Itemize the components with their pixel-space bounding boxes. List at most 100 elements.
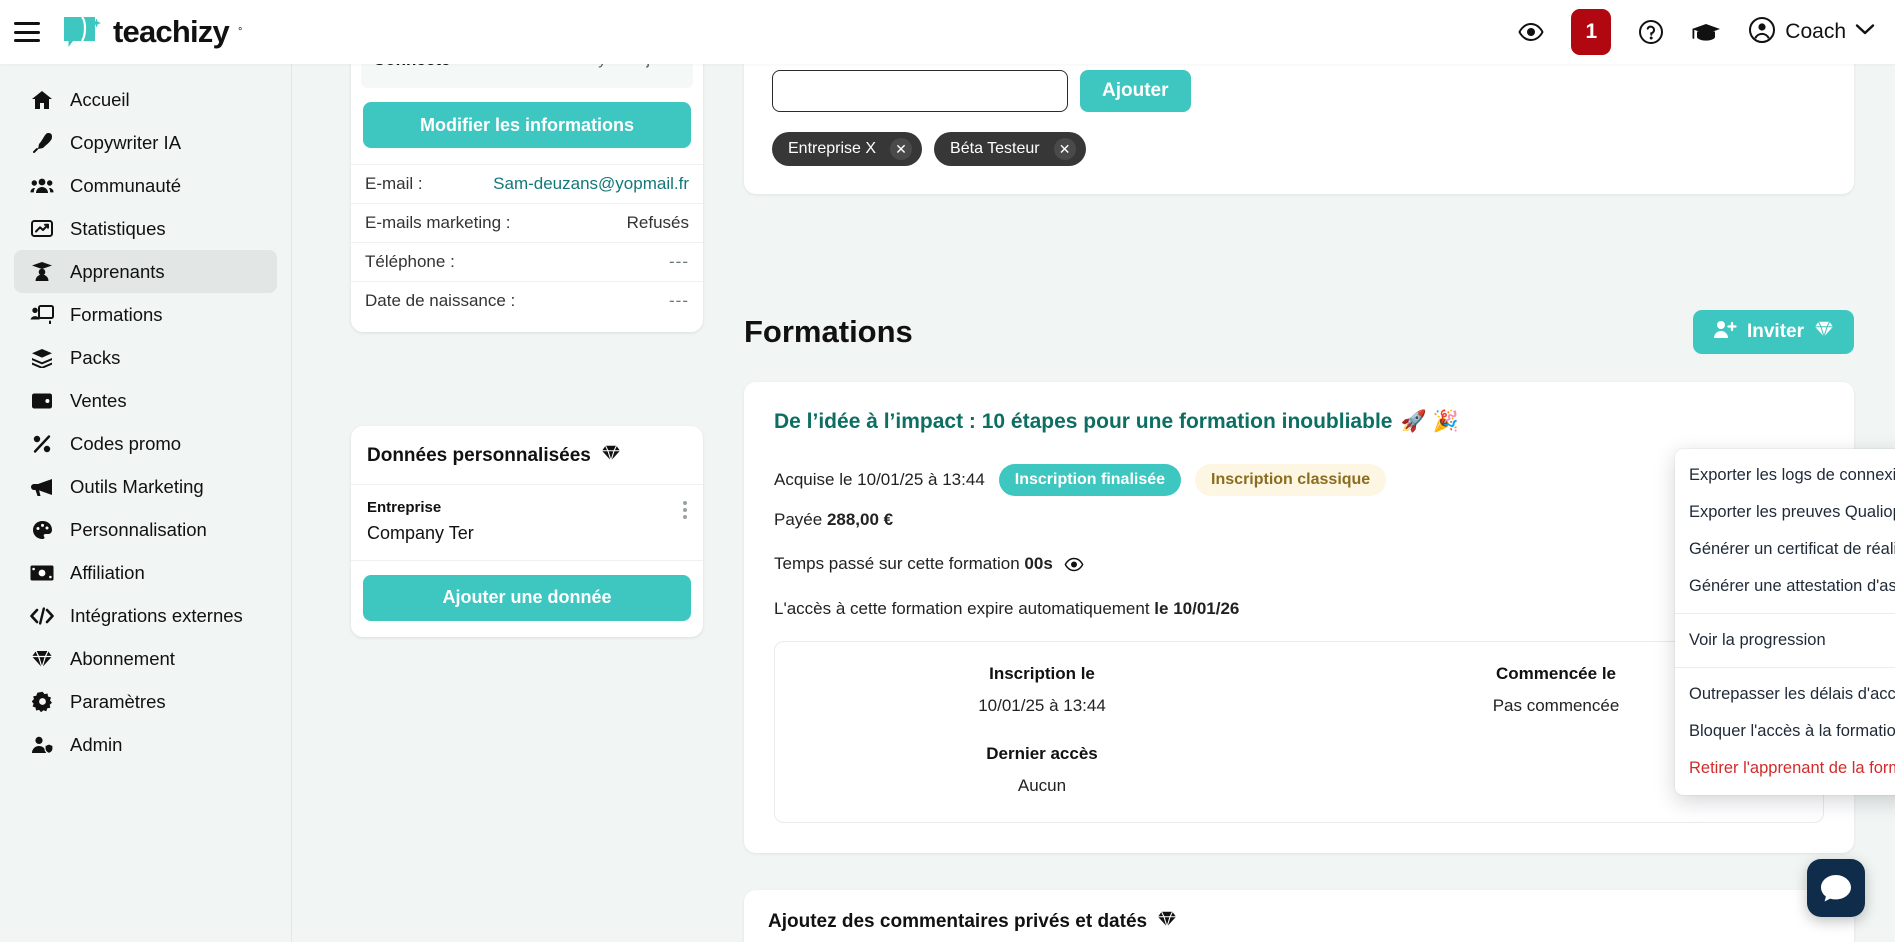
formation-dates-table: Inscription le 10/01/25 à 13:44 Commencé… bbox=[774, 641, 1824, 823]
user-menu[interactable]: Coach bbox=[1748, 16, 1875, 49]
tag-label: Béta Testeur bbox=[950, 140, 1040, 157]
menu-item-generate-certificate[interactable]: Générer un certificat de réalisation bbox=[1675, 531, 1895, 568]
menu-item-override-deadlines[interactable]: Outrepasser les délais d'accès bbox=[1675, 676, 1895, 713]
menu-item-block-access[interactable]: Bloquer l'accès à la formation bbox=[1675, 713, 1895, 750]
pen-icon bbox=[30, 132, 54, 154]
cell-dernier-acces-value: Aucun bbox=[1017, 776, 1067, 795]
custom-data-header: Données personnalisées bbox=[351, 426, 703, 485]
code-icon bbox=[30, 605, 54, 627]
money-bill-icon bbox=[30, 562, 54, 584]
column-header-inscription: Inscription le bbox=[989, 664, 1095, 683]
sidebar-label: Communauté bbox=[70, 174, 182, 196]
sidebar-item-abonnement[interactable]: Abonnement bbox=[14, 637, 277, 680]
formation-time-spent-row: Temps passé sur cette formation 00s bbox=[774, 554, 1824, 577]
tags-card: Ajouter une étiquette Ajouter Entreprise… bbox=[744, 64, 1854, 194]
formation-acquired-text: Acquise le 10/01/25 à 13:44 bbox=[774, 470, 985, 489]
user-plus-icon bbox=[1713, 320, 1737, 345]
invite-button[interactable]: Inviter bbox=[1692, 310, 1854, 354]
sidebar-label: Apprenants bbox=[70, 260, 165, 282]
menu-item-export-logs[interactable]: Exporter les logs de connexion bbox=[1675, 457, 1895, 494]
sidebar-item-packs[interactable]: Packs bbox=[14, 336, 277, 379]
user-shield-icon bbox=[30, 734, 54, 756]
menu-separator bbox=[1675, 667, 1895, 668]
home-icon bbox=[30, 89, 54, 111]
invite-button-label: Inviter bbox=[1746, 321, 1804, 342]
user-name-label: Coach bbox=[1785, 20, 1846, 43]
sidebar-label: Outils Marketing bbox=[70, 475, 204, 497]
sidebar-item-communaute[interactable]: Communauté bbox=[14, 164, 277, 207]
menu-item-generate-attendance[interactable]: Générer une attestation d'assiduité bbox=[1675, 568, 1895, 605]
eye-icon[interactable] bbox=[1064, 557, 1084, 577]
paid-label: Payée bbox=[774, 510, 823, 529]
sidebar-item-affiliation[interactable]: Affiliation bbox=[14, 551, 277, 594]
sidebar-item-outils-marketing[interactable]: Outils Marketing bbox=[14, 465, 277, 508]
tag-pill[interactable]: Béta Testeur ✕ bbox=[934, 132, 1086, 166]
topbar-actions: 1 Coach bbox=[1518, 9, 1895, 55]
sidebar-item-integrations-externes[interactable]: Intégrations externes bbox=[14, 594, 277, 637]
tag-input[interactable] bbox=[772, 70, 1068, 112]
sidebar-label: Statistiques bbox=[70, 217, 166, 239]
sidebar-item-formations[interactable]: Formations bbox=[14, 293, 277, 336]
profile-row-value: --- bbox=[669, 291, 689, 310]
menu-item-export-qualiopi[interactable]: Exporter les preuves Qualiopi bbox=[1675, 494, 1895, 531]
profile-row-key: Date de naissance : bbox=[365, 291, 516, 310]
tag-list: Entreprise X ✕ Béta Testeur ✕ bbox=[772, 132, 1826, 166]
chat-bubble-icon[interactable] bbox=[1807, 859, 1865, 917]
eye-icon[interactable] bbox=[1518, 22, 1544, 42]
private-comments-card: Ajoutez des commentaires privés et datés… bbox=[744, 890, 1854, 942]
formation-expiry-row: L'accès à cette formation expire automat… bbox=[774, 599, 1824, 619]
page-title: Formations bbox=[744, 314, 913, 349]
profile-row-value[interactable]: Sam-deuzans@yopmail.fr bbox=[493, 174, 689, 194]
brand-logo[interactable]: teachizy ° bbox=[62, 14, 242, 50]
sidebar-item-personnalisation[interactable]: Personnalisation bbox=[14, 508, 277, 551]
sidebar-item-ventes[interactable]: Ventes bbox=[14, 379, 277, 422]
sidebar-item-copywriter-ia[interactable]: Copywriter IA bbox=[14, 121, 277, 164]
megaphone-icon bbox=[30, 476, 54, 498]
edit-information-button[interactable]: Modifier les informations bbox=[363, 102, 691, 148]
add-tag-button[interactable]: Ajouter bbox=[1080, 70, 1191, 112]
tag-pill[interactable]: Entreprise X ✕ bbox=[772, 132, 923, 166]
sidebar-item-codes-promo[interactable]: Codes promo bbox=[14, 422, 277, 465]
top-navigation-bar: teachizy ° 1 Coach bbox=[0, 0, 1895, 64]
vertical-dots-icon[interactable] bbox=[683, 497, 687, 519]
percent-icon bbox=[30, 433, 54, 455]
profile-row-key: E-mails marketing : bbox=[365, 213, 511, 232]
close-icon[interactable]: ✕ bbox=[1053, 138, 1076, 160]
add-custom-data-button[interactable]: Ajouter une donnée bbox=[363, 574, 691, 621]
sidebar-label: Admin bbox=[70, 733, 123, 755]
sidebar-item-statistiques[interactable]: Statistiques bbox=[14, 207, 277, 250]
formation-title-text: De l’idée à l’impact : 10 étapes pour un… bbox=[774, 410, 1393, 433]
sidebar-item-admin[interactable]: Admin bbox=[14, 723, 277, 766]
sidebar-label: Packs bbox=[70, 346, 121, 368]
time-spent-value: 00s bbox=[1024, 554, 1053, 573]
menu-item-remove-learner[interactable]: Retirer l'apprenant de la formation bbox=[1675, 750, 1895, 787]
sidebar-label: Affiliation bbox=[70, 561, 145, 583]
expiry-date: le 10/01/26 bbox=[1154, 599, 1240, 618]
menu-item-view-progress[interactable]: Voir la progression bbox=[1675, 622, 1895, 659]
profile-row-birthdate: Date de naissance : --- bbox=[351, 281, 703, 320]
sidebar-item-parametres[interactable]: Paramètres bbox=[14, 680, 277, 723]
profile-row-key: Téléphone : bbox=[365, 252, 455, 271]
question-circle-icon[interactable] bbox=[1638, 19, 1664, 45]
expiry-label: L'accès à cette formation expire automat… bbox=[774, 599, 1150, 618]
table-row: Dernier accès Aucun bbox=[785, 744, 1813, 796]
user-circle-icon bbox=[1748, 16, 1776, 49]
graduation-cap-icon[interactable] bbox=[1691, 21, 1721, 43]
sidebar-label: Abonnement bbox=[70, 647, 175, 669]
enrollment-type-badge: Inscription classique bbox=[1195, 464, 1387, 496]
paid-value: 288,00 € bbox=[826, 510, 894, 529]
hamburger-menu-icon[interactable] bbox=[14, 22, 40, 42]
gear-icon bbox=[30, 691, 54, 713]
sidebar-label: Codes promo bbox=[70, 432, 182, 454]
table-row: Inscription le 10/01/25 à 13:44 Commencé… bbox=[785, 664, 1813, 716]
close-icon[interactable]: ✕ bbox=[890, 138, 913, 160]
private-comments-header: Ajoutez des commentaires privés et datés bbox=[744, 890, 1854, 942]
brand-trademark: ° bbox=[237, 26, 243, 38]
teachizy-book-icon bbox=[62, 15, 104, 49]
sidebar-label: Copywriter IA bbox=[70, 131, 182, 153]
notification-badge[interactable]: 1 bbox=[1571, 9, 1612, 55]
sidebar-item-apprenants[interactable]: Apprenants bbox=[14, 250, 277, 293]
sidebar-item-accueil[interactable]: Accueil bbox=[14, 78, 277, 121]
custom-data-entry: Entreprise Company Ter bbox=[351, 485, 703, 561]
formation-title[interactable]: De l’idée à l’impact : 10 étapes pour un… bbox=[774, 410, 1824, 434]
